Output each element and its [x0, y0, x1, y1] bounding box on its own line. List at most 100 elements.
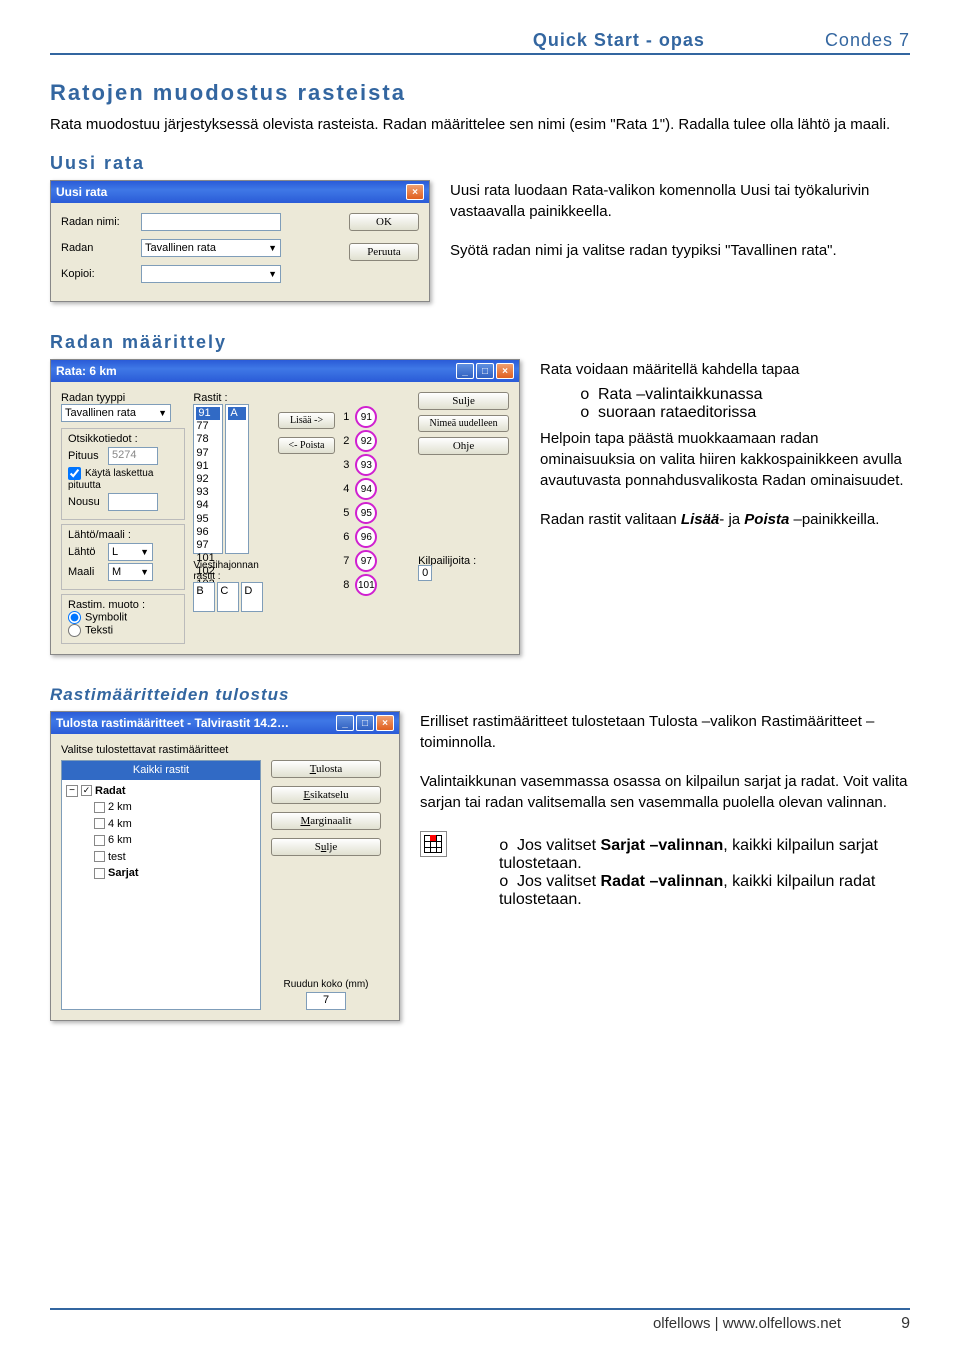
close-icon[interactable]: ×	[406, 184, 424, 200]
dlg2-label-type: Radan tyyppi	[61, 392, 185, 404]
dlg2-maali-select[interactable]: M▼	[108, 563, 153, 581]
dlg2-lahto-select[interactable]: L▼	[108, 543, 153, 561]
tree-item[interactable]: 6 km	[94, 832, 256, 849]
dlg3-tree[interactable]: Kaikki rastit −✓Radat 2 km 4 km 6 km tes…	[61, 760, 261, 1010]
tree-root[interactable]: −✓Radat	[66, 783, 256, 800]
list-item[interactable]: 77	[196, 420, 220, 433]
list-item[interactable]: 92	[196, 473, 220, 486]
dlg3-marginaalit-button[interactable]: Marginaalit	[271, 812, 381, 830]
dlg2-titlebar[interactable]: Rata: 6 km _ □ ×	[51, 360, 519, 382]
dlg3-sulje-button[interactable]: Sulje	[271, 838, 381, 856]
text-span: - ja	[719, 511, 744, 528]
dlg2-symbolit-radio[interactable]	[68, 611, 81, 624]
dlg1-copy-select[interactable]: ▼	[141, 265, 281, 283]
dlg1-titlebar[interactable]: Uusi rata ×	[51, 181, 429, 203]
control-circle-icon[interactable]: 93	[355, 454, 377, 476]
dlg2-nimea-button[interactable]: Nimeä uudelleen	[418, 415, 509, 432]
list-item: Jos valitset Radat –valinnan, kaikki kil…	[499, 873, 910, 909]
section3-heading: Radan määrittely	[50, 332, 910, 353]
footer-page-number: 9	[901, 1315, 910, 1333]
dlg3-ruutu-input[interactable]: 7	[306, 992, 346, 1010]
s4-p1: Erilliset rastimääritteet tulostetaan Tu…	[420, 711, 910, 753]
list-item[interactable]: 78	[196, 433, 220, 446]
dlg2-label-nousu: Nousu	[68, 496, 108, 508]
list-item[interactable]: B	[193, 582, 215, 612]
list-item[interactable]: 97	[196, 539, 220, 552]
section2-para2: Syötä radan nimi ja valitse radan tyypik…	[450, 240, 910, 261]
tree-item-label: Sarjat	[108, 867, 139, 879]
dlg1-name-input[interactable]	[141, 213, 281, 231]
dlg3-titlebar[interactable]: Tulosta rastimääritteet - Talvirastit 14…	[51, 712, 399, 734]
control-circle-icon[interactable]: 94	[355, 478, 377, 500]
s3-p3: Radan rastit valitaan Lisää- ja Poista –…	[540, 509, 910, 530]
dlg2-maali-value: M	[112, 566, 121, 578]
order-num: 5	[343, 507, 349, 519]
list-item: suoraan rataeditorissa	[580, 404, 910, 422]
order-num: 4	[343, 483, 349, 495]
section1-heading: Ratojen muodostus rasteista	[50, 80, 910, 106]
dlg2-lisaa-button[interactable]: Lisää ->	[278, 412, 335, 429]
list-item[interactable]: 93	[196, 486, 220, 499]
dlg1-cancel-button[interactable]: Peruuta	[349, 243, 419, 261]
dlg3-esikatselu-button[interactable]: Esikatselu	[271, 786, 381, 804]
tree-item[interactable]: test	[94, 849, 256, 866]
chevron-down-icon: ▼	[158, 408, 167, 418]
dlg2-sulje-button[interactable]: Sulje	[418, 392, 509, 410]
dlg1-type-select[interactable]: Tavallinen rata ▼	[141, 239, 281, 257]
dlg3-subtitle: Valitse tulostettavat rastimääritteet	[61, 744, 389, 756]
dlg2-ohje-button[interactable]: Ohje	[418, 437, 509, 455]
maximize-icon[interactable]: □	[356, 715, 374, 731]
text-span: Sarjat –valinnan	[601, 837, 724, 854]
list-item[interactable]: 96	[196, 526, 220, 539]
order-num: 3	[343, 459, 349, 471]
tree-item[interactable]: 4 km	[94, 816, 256, 833]
control-circle-icon[interactable]: 96	[355, 526, 377, 548]
dlg2-rastit-list[interactable]: 91 77 78 97 91 92 93 94 95 96 97 101 102…	[193, 404, 223, 554]
dlg2-nousu-input[interactable]	[108, 493, 158, 511]
chevron-down-icon: ▼	[140, 547, 149, 557]
list-item[interactable]: 97	[196, 447, 220, 460]
dlg1-ok-button[interactable]: OK	[349, 213, 419, 231]
list-item[interactable]: 95	[196, 513, 220, 526]
dlg1-label-type: Radan	[61, 242, 141, 254]
dlg2-laskettu-checkbox[interactable]	[68, 467, 81, 480]
control-circle-icon[interactable]: 95	[355, 502, 377, 524]
tree-item[interactable]: Sarjat	[94, 865, 256, 882]
tree-item[interactable]: 2 km	[94, 799, 256, 816]
list-item[interactable]: A	[228, 407, 246, 420]
order-num: 6	[343, 531, 349, 543]
maximize-icon[interactable]: □	[476, 363, 494, 379]
dlg2-rastit-list2[interactable]: A	[225, 404, 249, 554]
dlg2-teksti-radio[interactable]	[68, 624, 81, 637]
list-item[interactable]: D	[241, 582, 263, 612]
list-item[interactable]: 91	[196, 460, 220, 473]
text-span: –painikkeilla.	[789, 511, 879, 528]
dlg2-label-maali: Maali	[68, 566, 108, 578]
text-span: Poista	[744, 511, 789, 528]
tree-item-label: 6 km	[108, 834, 132, 846]
list-item[interactable]: 94	[196, 499, 220, 512]
minimize-icon[interactable]: _	[456, 363, 474, 379]
list-item[interactable]: C	[217, 582, 239, 612]
control-circle-icon[interactable]: 92	[355, 430, 377, 452]
minimize-icon[interactable]: _	[336, 715, 354, 731]
dlg2-pituus-input[interactable]: 5274	[108, 447, 158, 465]
dlg2-kilpailijoita-input[interactable]: 0	[418, 565, 432, 581]
control-circle-icon[interactable]: 97	[355, 550, 377, 572]
order-num: 8	[343, 579, 349, 591]
header-product: Condes 7	[825, 30, 910, 51]
section1-para: Rata muodostuu järjestyksessä olevista r…	[50, 114, 910, 135]
list-item[interactable]: 91	[196, 407, 220, 420]
dlg2-type-select[interactable]: Tavallinen rata▼	[61, 404, 171, 422]
close-icon[interactable]: ×	[496, 363, 514, 379]
s3-list: Rata –valintaikkunassa suoraan rataedito…	[540, 386, 910, 422]
control-circle-icon[interactable]: 91	[355, 406, 377, 428]
tree-item-label: 2 km	[108, 801, 132, 813]
close-icon[interactable]: ×	[376, 715, 394, 731]
list-item: Rata –valintaikkunassa	[580, 386, 910, 404]
dlg2-label-lahtomaali: Lähtö/maali :	[68, 529, 178, 541]
dlg3-tulosta-button[interactable]: Tulosta	[271, 760, 381, 778]
control-circle-icon[interactable]: 101	[355, 574, 377, 596]
chevron-down-icon: ▼	[268, 243, 277, 253]
dlg2-poista-button[interactable]: <- Poista	[278, 437, 335, 454]
